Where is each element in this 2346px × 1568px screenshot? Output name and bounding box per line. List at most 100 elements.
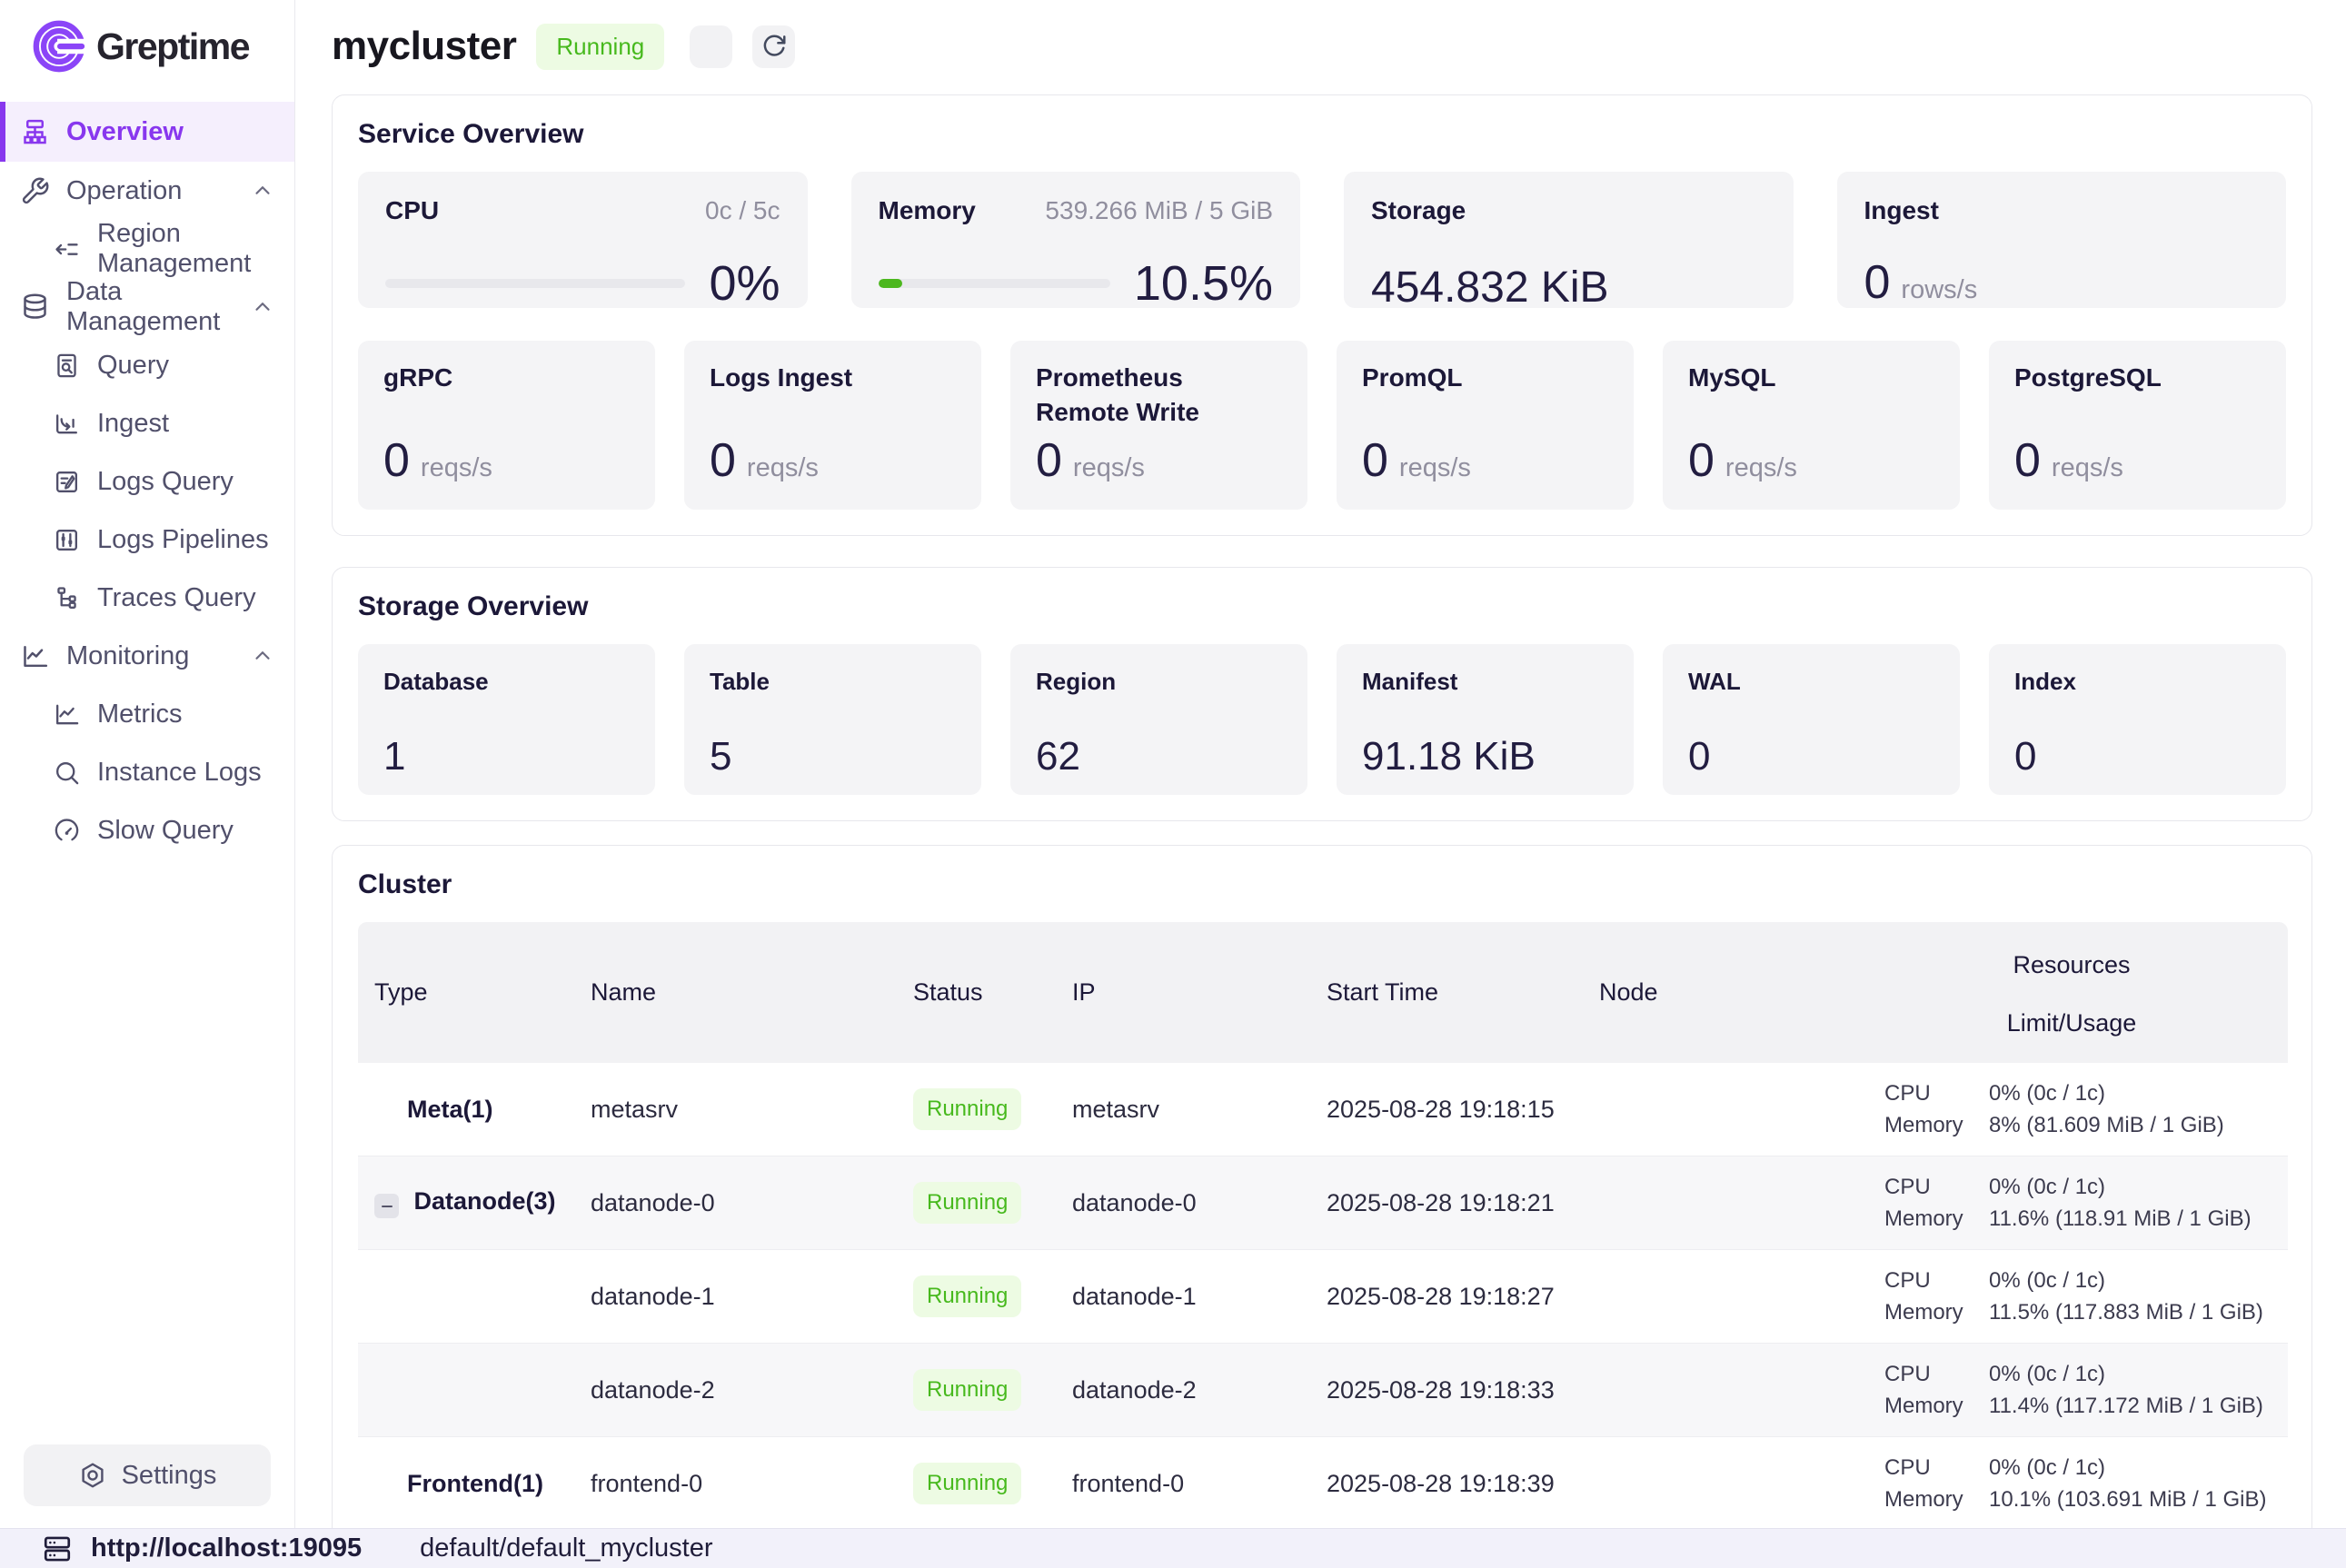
manifest-label: Manifest <box>1362 668 1608 696</box>
sidebar-nav: Overview Operation Region Management <box>0 102 294 859</box>
col-type: Type <box>358 922 574 1063</box>
row-resources: CPU0% (0c / 1c) Memory11.6% (118.91 MiB … <box>1855 1156 2288 1250</box>
index-value: 0 <box>2014 734 2261 779</box>
table-row-metasrv: Meta(1) metasrv Running metasrv 2025-08-… <box>358 1063 2288 1156</box>
chevron-up-icon <box>251 644 274 668</box>
database-value: 1 <box>383 734 630 779</box>
sidebar-item-label: Ingest <box>97 409 169 439</box>
settings-button[interactable]: Settings <box>24 1444 271 1506</box>
logs-ingest-label: Logs Ingest <box>710 361 956 395</box>
row-resources: CPU0% (0c / 1c) Memory11.4% (117.172 MiB… <box>1855 1344 2288 1437</box>
sidebar-item-ingest[interactable]: Ingest <box>0 394 294 452</box>
logs-query-icon <box>53 468 81 496</box>
col-name: Name <box>574 922 897 1063</box>
refresh-button[interactable] <box>752 25 795 68</box>
sidebar-item-label: Logs Pipelines <box>97 525 269 555</box>
memory-percent: 10.5% <box>1134 255 1273 312</box>
brand-name: Greptime <box>96 25 249 68</box>
row-node <box>1583 1250 1855 1344</box>
table-card: Table 5 <box>684 644 981 795</box>
cluster-panel: Cluster Type Name Status IP Start Time N… <box>332 845 2312 1528</box>
postgresql-label: PostgreSQL <box>2014 361 2261 395</box>
row-status-badge: Running <box>913 1275 1021 1317</box>
postgresql-card: PostgreSQL 0reqs/s <box>1989 341 2286 510</box>
sidebar-item-logs-pipelines[interactable]: Logs Pipelines <box>0 511 294 569</box>
row-start-time: 2025-08-28 19:18:39 <box>1310 1437 1583 1528</box>
res-memory-value: 11.4% (117.172 MiB / 1 GiB) <box>1989 1394 2263 1419</box>
table-label: Table <box>710 668 956 696</box>
storage-card: Storage 454.832 KiB <box>1344 172 1794 308</box>
region-label: Region <box>1036 668 1282 696</box>
promql-label: PromQL <box>1362 361 1608 395</box>
res-cpu-value: 0% (0c / 1c) <box>1989 1081 2105 1107</box>
row-start-time: 2025-08-28 19:18:21 <box>1310 1156 1583 1250</box>
res-cpu-label: CPU <box>1884 1268 1989 1294</box>
res-memory-value: 11.6% (118.91 MiB / 1 GiB) <box>1989 1206 2252 1232</box>
res-cpu-value: 0% (0c / 1c) <box>1989 1455 2105 1481</box>
service-metric-cards: CPU 0c / 5c 0% Memory 539.266 MiB / 5 Gi… <box>358 172 2286 308</box>
sidebar-item-query[interactable]: Query <box>0 336 294 394</box>
mysql-unit: reqs/s <box>1725 453 1797 483</box>
server-url: http://localhost:19095 <box>91 1533 362 1563</box>
row-name: datanode-2 <box>574 1344 897 1437</box>
sidebar-item-label: Overview <box>66 117 184 147</box>
res-cpu-label: CPU <box>1884 1455 1989 1481</box>
sidebar-item-slow-query[interactable]: Slow Query <box>0 801 294 859</box>
logs-pipelines-icon <box>53 526 81 554</box>
row-node <box>1583 1344 1855 1437</box>
row-type: Datanode(3) <box>414 1187 556 1215</box>
wal-value: 0 <box>1688 734 1934 779</box>
cpu-limit: 0c / 5c <box>705 196 780 225</box>
sidebar-section-operation[interactable]: Operation <box>0 162 294 220</box>
metrics-icon <box>53 700 81 729</box>
cluster-action-button[interactable] <box>690 25 732 68</box>
wal-label: WAL <box>1688 668 1934 696</box>
cluster-status-badge: Running <box>536 24 664 70</box>
row-resources: CPU0% (0c / 1c) Memory10.1% (103.691 MiB… <box>1855 1437 2288 1528</box>
sidebar-item-label: Query <box>97 351 169 381</box>
ingest-value: 0 <box>1864 255 1891 310</box>
sidebar-item-metrics[interactable]: Metrics <box>0 685 294 743</box>
row-name: datanode-1 <box>574 1250 897 1344</box>
sidebar-item-logs-query[interactable]: Logs Query <box>0 452 294 511</box>
traces-query-icon <box>53 584 81 612</box>
memory-limit: 539.266 MiB / 5 GiB <box>1045 196 1273 225</box>
refresh-icon <box>760 33 788 60</box>
sidebar-item-label: Logs Query <box>97 467 234 497</box>
collapse-toggle-icon[interactable] <box>374 1194 399 1218</box>
res-memory-label: Memory <box>1884 1206 1989 1232</box>
promql-value: 0 <box>1362 433 1388 488</box>
ingest-card: Ingest 0 rows/s <box>1837 172 2287 308</box>
ingest-icon <box>53 410 81 438</box>
res-cpu-label: CPU <box>1884 1081 1989 1107</box>
sidebar-item-region-management[interactable]: Region Management <box>0 220 294 278</box>
row-name: metasrv <box>574 1063 897 1156</box>
memory-progress-fill <box>879 279 903 288</box>
cluster-table-header-row: Type Name Status IP Start Time Node Reso… <box>358 922 2288 1063</box>
storage-overview-panel: Storage Overview Database 1 Table 5 Regi… <box>332 567 2312 821</box>
service-overview-panel: Service Overview CPU 0c / 5c 0% Memory <box>332 94 2312 536</box>
logs-ingest-card: Logs Ingest 0reqs/s <box>684 341 981 510</box>
sidebar-item-overview[interactable]: Overview <box>0 102 294 162</box>
postgresql-value: 0 <box>2014 433 2041 488</box>
col-limit-usage-label: Limit/Usage <box>2007 1009 2137 1037</box>
row-start-time: 2025-08-28 19:18:33 <box>1310 1344 1583 1437</box>
wrench-icon <box>20 176 50 206</box>
cpu-label: CPU <box>385 194 439 228</box>
database-card: Database 1 <box>358 644 655 795</box>
res-cpu-value: 0% (0c / 1c) <box>1989 1362 2105 1387</box>
table-row-datanode-0: Datanode(3) datanode-0 Running datanode-… <box>358 1156 2288 1250</box>
page-header: mycluster Running <box>332 20 2312 73</box>
sidebar-section-monitoring[interactable]: Monitoring <box>0 627 294 685</box>
sidebar-item-instance-logs[interactable]: Instance Logs <box>0 743 294 801</box>
sidebar-item-label: Slow Query <box>97 816 234 846</box>
row-name: datanode-0 <box>574 1156 897 1250</box>
res-memory-label: Memory <box>1884 1487 1989 1513</box>
app-window: Greptime Overview Operation <box>0 0 2346 1568</box>
instance-logs-icon <box>53 759 81 787</box>
query-icon <box>53 352 81 380</box>
sidebar-item-traces-query[interactable]: Traces Query <box>0 569 294 627</box>
sidebar-section-data-management[interactable]: Data Management <box>0 278 294 336</box>
storage-label: Storage <box>1371 194 1466 228</box>
row-type: Frontend(1) <box>407 1470 543 1497</box>
